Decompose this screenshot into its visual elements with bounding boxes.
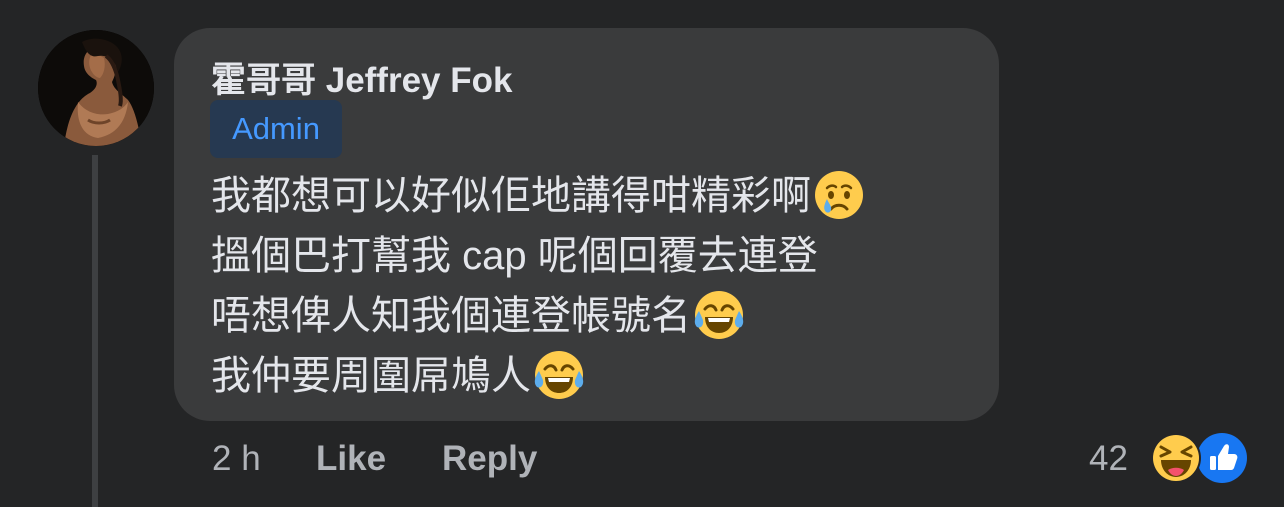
avatar[interactable] [38,30,154,146]
comment-text: 我仲要周圍屌鳩人 [211,354,531,398]
comment-thread: 霍哥哥 Jeffrey Fok Admin 我都想可以好似佢地講得咁精彩啊 搵個… [0,0,1284,507]
comment-text: 我都想可以好似佢地講得咁精彩啊 [211,174,811,218]
comment-text-line: 我仲要周圍屌鳩人 [211,346,585,406]
reaction-count[interactable]: 42 [1089,434,1128,484]
like-button[interactable]: Like [316,434,386,484]
tears-of-joy-icon [694,291,744,340]
admin-badge[interactable]: Admin [210,100,342,158]
comment-text-line: 我都想可以好似佢地講得咁精彩啊 [211,166,865,226]
comment-text-line: 搵個巴打幫我 cap 呢個回覆去連登 [211,226,818,286]
comment-text: 唔想俾人知我個連登帳號名 [211,294,691,338]
crying-face-icon [815,171,863,220]
comment-author-name[interactable]: 霍哥哥 Jeffrey Fok [211,52,512,103]
comment-timestamp[interactable]: 2 h [212,434,261,484]
reactions-summary[interactable] [1150,432,1250,484]
like-icon [1197,433,1247,483]
avatar-image [38,30,154,146]
comment-text: 搵個巴打幫我 cap 呢個回覆去連登 [211,234,818,278]
reply-button[interactable]: Reply [442,434,537,484]
haha-icon [1151,433,1201,483]
comment-text-line: 唔想俾人知我個連登帳號名 [211,286,745,346]
thread-line [92,155,98,507]
tears-of-joy-icon [534,351,584,400]
